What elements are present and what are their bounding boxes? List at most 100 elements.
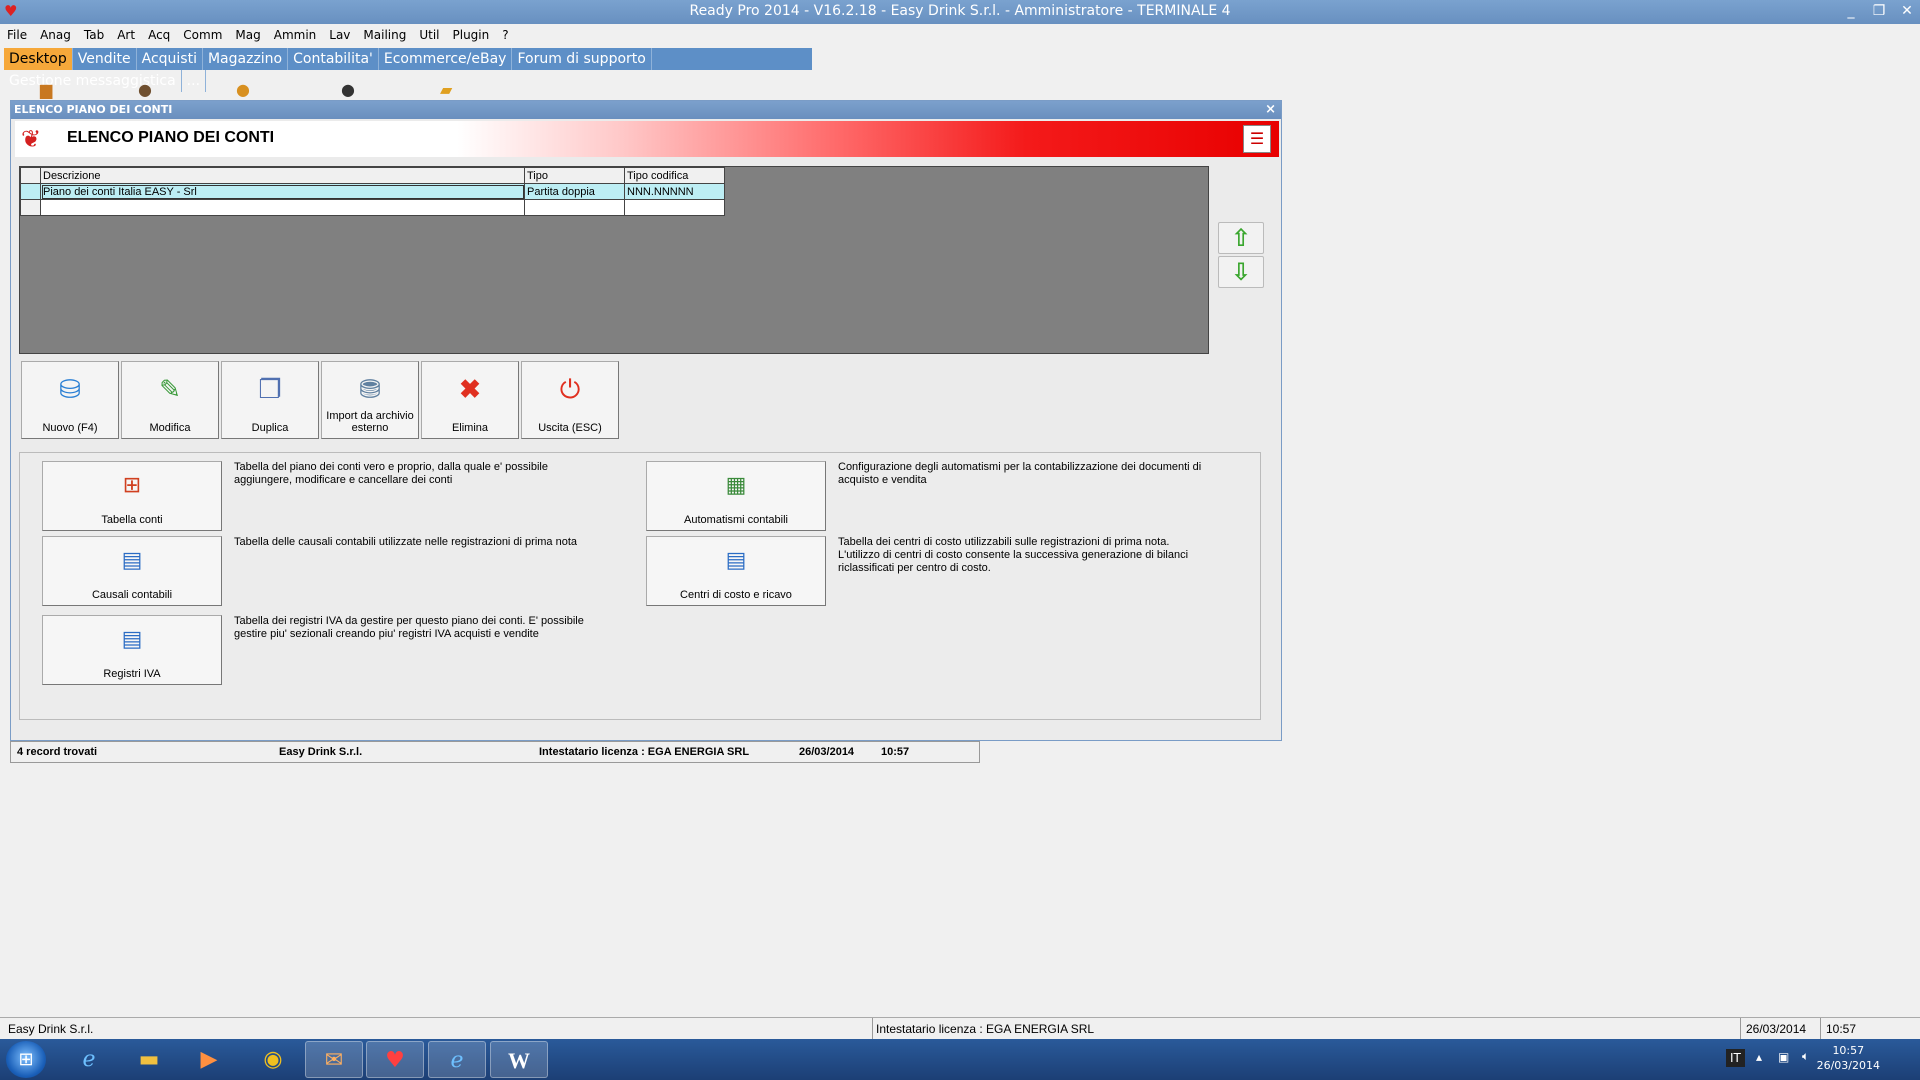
tab-magazzino[interactable]: Magazzino <box>203 48 289 70</box>
tab-contabilita[interactable]: Contabilita' <box>288 48 379 70</box>
automatismi-contabili-button[interactable]: ▦ Automatismi contabili <box>646 461 826 531</box>
table-row[interactable] <box>20 199 725 216</box>
taskbar-readypro-icon[interactable]: ♥ <box>366 1041 424 1078</box>
menu-lav[interactable]: Lav <box>322 24 356 42</box>
taskbar-clock[interactable]: 10:57 26/03/2014 <box>1817 1043 1880 1073</box>
start-button[interactable]: ⊞ <box>6 1041 46 1078</box>
delete-button[interactable]: ✖ Elimina <box>421 361 519 439</box>
desktop-user-icon[interactable]: ● <box>236 82 262 98</box>
automatismi-description: Configurazione degli automatismi per la … <box>838 461 1202 486</box>
col-descrizione[interactable]: Descrizione <box>40 167 525 184</box>
menu-mailing[interactable]: Mailing <box>356 24 412 42</box>
account-tree-icon: ⊞ <box>122 472 142 497</box>
causali-description: Tabella delle causali contabili utilizza… <box>234 536 578 548</box>
cell-tipo[interactable]: Partita doppia <box>524 183 625 200</box>
taskbar-media-player-icon[interactable]: ▶ <box>180 1041 238 1078</box>
tabella-conti-button[interactable]: ⊞ Tabella conti <box>42 461 222 531</box>
windows-logo-icon: ⊞ <box>18 1049 34 1070</box>
col-tipo[interactable]: Tipo <box>524 167 625 184</box>
grid-header-row: Descrizione Tipo Tipo codifica <box>20 167 725 184</box>
database-add-icon: ⛁ <box>59 374 81 404</box>
menu-bar: File Anag Tab Art Acq Comm Mag Ammin Lav Mailing U… <box>0 24 1920 46</box>
import-button[interactable]: ⛃ Import da archivio esterno <box>321 361 419 439</box>
menu-help[interactable]: ? <box>495 24 514 42</box>
child-close-button[interactable]: × <box>1265 101 1276 119</box>
taskbar-word-icon[interactable]: W <box>490 1041 548 1078</box>
menu-anag[interactable]: Anag <box>33 24 77 42</box>
table-row[interactable]: Piano dei conti Italia EASY - Srl Partit… <box>20 183 725 200</box>
cell-tipo-codifica[interactable]: NNN.NNNNN <box>624 183 725 200</box>
menu-comm[interactable]: Comm <box>176 24 228 42</box>
status-divider <box>1740 1018 1741 1040</box>
taskbar-ie-icon[interactable]: ℯ <box>60 1041 118 1078</box>
clock-time: 10:57 <box>1832 1044 1865 1057</box>
tab-ecommerce[interactable]: Ecommerce/eBay <box>379 48 513 70</box>
centri-costo-button[interactable]: ▤ Centri di costo e ricavo <box>646 536 826 606</box>
status-company: Easy Drink S.r.l. <box>279 746 363 758</box>
child-status-bar: 4 record trovati Easy Drink S.r.l. Intes… <box>10 741 980 763</box>
menu-mag[interactable]: Mag <box>228 24 266 42</box>
language-indicator[interactable]: IT <box>1726 1049 1745 1067</box>
taskbar-chrome-icon[interactable]: ◉ <box>244 1041 302 1078</box>
desktop-agent-icon[interactable]: ● <box>341 82 367 98</box>
delete-x-icon: ✖ <box>459 374 481 404</box>
tabella-conti-description: Tabella del piano dei conti vero e propr… <box>234 461 548 486</box>
row-header-corner <box>20 167 41 184</box>
arrow-down-icon: ⇩ <box>1230 258 1252 286</box>
desktop-folder-icon[interactable]: ▆ <box>40 82 66 98</box>
duplicate-button[interactable]: ❐ Duplica <box>221 361 319 439</box>
edit-button[interactable]: ✎ Modifica <box>121 361 219 439</box>
causali-contabili-button[interactable]: ▤ Causali contabili <box>42 536 222 606</box>
registri-iva-button[interactable]: ▤ Registri IVA <box>42 615 222 685</box>
taskbar-mail-icon[interactable]: ✉ <box>305 1041 363 1078</box>
cell-tipo-codifica[interactable] <box>624 199 725 216</box>
cell-descrizione[interactable]: Piano dei conti Italia EASY - Srl <box>40 183 525 200</box>
header-banner: ❦ ELENCO PIANO DEI CONTI ☰ <box>15 121 1279 157</box>
col-tipo-codifica[interactable]: Tipo codifica <box>624 167 725 184</box>
minimize-button[interactable]: _ <box>1838 1 1864 21</box>
move-up-button[interactable]: ⇧ <box>1218 222 1264 254</box>
windows-taskbar: ⊞ ℯ ▬ ▶ ◉ ✉ ♥ ℯ W IT ▴ ▣ 🔈︎ 10:57 26/03/… <box>0 1039 1920 1080</box>
tray-expand-icon[interactable]: ▴ <box>1756 1050 1762 1064</box>
clock-date: 26/03/2014 <box>1816 1059 1880 1072</box>
menu-file[interactable]: File <box>0 24 33 42</box>
main-status-bar: Easy Drink S.r.l. Intestatario licenza :… <box>0 1017 1920 1040</box>
desktop-note-icon[interactable]: ▰ <box>440 82 466 98</box>
main-status-company: Easy Drink S.r.l. <box>8 1022 94 1036</box>
menu-tab[interactable]: Tab <box>77 24 110 42</box>
menu-acq[interactable]: Acq <box>141 24 176 42</box>
row-header[interactable] <box>20 183 41 200</box>
main-status-license: Intestatario licenza : EGA ENERGIA SRL <box>876 1022 1095 1036</box>
cell-tipo[interactable] <box>524 199 625 216</box>
automation-window-icon: ▦ <box>725 472 747 497</box>
tab-desktop[interactable]: Desktop <box>4 48 73 70</box>
window-title: Ready Pro 2014 - V16.2.18 - Easy Drink S… <box>689 3 1231 19</box>
menu-util[interactable]: Util <box>412 24 445 42</box>
exit-button[interactable]: ⏻ Uscita (ESC) <box>521 361 619 439</box>
accounts-grid[interactable]: Descrizione Tipo Tipo codifica Piano dei… <box>19 166 1209 354</box>
cell-descrizione[interactable] <box>40 199 525 216</box>
network-icon[interactable]: ▣ <box>1778 1050 1789 1064</box>
menu-plugin[interactable]: Plugin <box>446 24 496 42</box>
options-panel: ⊞ Tabella conti Tabella del piano dei co… <box>19 452 1261 720</box>
edit-document-icon: ✎ <box>159 374 181 404</box>
taskbar-explorer-icon[interactable]: ▬ <box>120 1041 178 1078</box>
tab-vendite[interactable]: Vendite <box>73 48 137 70</box>
status-license: Intestatario licenza : EGA ENERGIA SRL <box>539 746 750 758</box>
menu-art[interactable]: Art <box>110 24 141 42</box>
tab-acquisti[interactable]: Acquisti <box>137 48 203 70</box>
list-menu-icon[interactable]: ☰ <box>1243 125 1271 153</box>
status-time: 10:57 <box>881 746 910 758</box>
tab-forum[interactable]: Forum di supporto <box>512 48 652 70</box>
new-button[interactable]: ⛁ Nuovo (F4) <box>21 361 119 439</box>
menu-ammin[interactable]: Ammin <box>267 24 323 42</box>
close-button[interactable]: ✕ <box>1894 1 1920 21</box>
move-down-button[interactable]: ⇩ <box>1218 256 1264 288</box>
arrow-up-icon: ⇧ <box>1230 224 1252 252</box>
row-header[interactable] <box>20 199 41 216</box>
tab-more[interactable]: ... <box>182 70 207 92</box>
taskbar-ie-open-icon[interactable]: ℯ <box>428 1041 486 1078</box>
restore-button[interactable]: ❐ <box>1866 1 1892 21</box>
volume-icon[interactable]: 🔈︎ <box>1802 1049 1809 1064</box>
desktop-people-icon[interactable]: ● <box>138 82 164 98</box>
